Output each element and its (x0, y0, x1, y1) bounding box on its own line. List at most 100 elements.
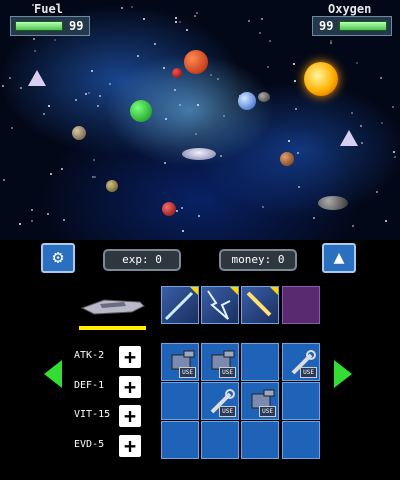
skill-slot-1[interactable] (161, 286, 199, 324)
fuel-gauge: 99 (10, 16, 90, 36)
use-badge[interactable]: USE (219, 367, 236, 378)
settings-button[interactable]: ⚙ (41, 243, 75, 273)
star (175, 21, 177, 23)
star (174, 89, 176, 91)
small-red-planet[interactable] (172, 68, 182, 78)
star (176, 210, 178, 212)
inventory-slot-r3c1[interactable] (161, 421, 199, 459)
oxygen-value: 99 (319, 19, 334, 33)
star (210, 74, 212, 76)
use-badge[interactable]: USE (300, 367, 317, 378)
star (380, 77, 382, 79)
star (99, 95, 101, 97)
star (33, 38, 35, 40)
star (47, 213, 49, 215)
star (131, 6, 133, 8)
prev-page-arrow[interactable] (44, 360, 62, 388)
inventory-slot-r3c3[interactable] (241, 421, 279, 459)
inventory-slot-r3c2[interactable] (201, 421, 239, 459)
star (3, 179, 5, 181)
star (376, 191, 378, 193)
red-planet[interactable] (184, 50, 208, 74)
inventory-slot-r1c1[interactable]: USE (161, 343, 199, 381)
next-page-arrow[interactable] (334, 360, 352, 388)
star (2, 85, 4, 87)
use-badge[interactable]: USE (179, 367, 196, 378)
gear-icon: ⚙ (52, 247, 64, 268)
star (163, 67, 165, 69)
star (63, 219, 65, 221)
star (31, 209, 33, 211)
sun[interactable] (304, 62, 338, 96)
waypoint-marker-left[interactable] (28, 70, 46, 86)
inventory-slot-r2c4[interactable] (282, 382, 320, 420)
inventory-slot-r1c3[interactable] (241, 343, 279, 381)
star (179, 104, 181, 106)
star (351, 112, 353, 114)
star (50, 173, 52, 175)
use-badge[interactable]: USE (259, 406, 276, 417)
inventory-slot-r2c2[interactable]: USE (201, 382, 239, 420)
star (181, 207, 183, 209)
star (48, 105, 50, 107)
dark-red-planet[interactable] (162, 202, 176, 216)
star (269, 40, 271, 42)
star (356, 62, 358, 64)
stat-def-plus-button[interactable]: + (119, 376, 141, 398)
asteroid-cluster-bottom[interactable] (318, 196, 348, 210)
star (361, 142, 363, 144)
star (137, 55, 139, 57)
star (143, 18, 145, 20)
star (248, 20, 250, 22)
stat-atk-plus-button[interactable]: + (119, 346, 141, 368)
player-ship-icon[interactable] (182, 148, 216, 160)
brown-planet[interactable] (280, 152, 294, 166)
star (381, 122, 383, 124)
stat-vit-plus-button[interactable]: + (119, 405, 141, 427)
inventory-slot-r2c1[interactable] (161, 382, 199, 420)
star (121, 7, 123, 9)
star (330, 42, 332, 44)
skill-slot-3[interactable] (241, 286, 279, 324)
stat-vit-label: VIT-15 (74, 409, 111, 420)
oxygen-gauge-fill (339, 21, 387, 31)
star (31, 220, 33, 222)
star (288, 140, 290, 142)
inventory-slot-r3c4[interactable] (282, 421, 320, 459)
stat-evd-plus-button[interactable]: + (119, 435, 141, 457)
star (186, 29, 188, 31)
star (267, 66, 269, 68)
star (197, 104, 199, 106)
skill-slot-2[interactable] (201, 286, 239, 324)
asteroid-cluster-top[interactable] (258, 92, 270, 102)
waypoint-marker-right[interactable] (340, 130, 358, 146)
money-display: money: 0 (219, 249, 297, 271)
star (54, 39, 56, 41)
star (175, 17, 177, 19)
space-map[interactable]: Fuel 99 Oxygen 99 (0, 0, 400, 240)
tan-planet[interactable] (106, 180, 118, 192)
star (91, 70, 93, 72)
ship-health-bar (79, 326, 146, 330)
inventory-slot-r1c2[interactable]: USE (201, 343, 239, 381)
star (75, 99, 77, 101)
stat-atk-label: ATK-2 (74, 350, 105, 361)
ship-menu: ⚙ exp: 0 money: 0 ▲ ATK-2 + DEF-1 + VIT-… (0, 240, 400, 480)
inventory-slot-r2c3[interactable]: USE (241, 382, 279, 420)
green-planet[interactable] (130, 100, 152, 122)
stat-def-label: DEF-1 (74, 380, 105, 391)
skill-slot-4[interactable] (282, 286, 320, 324)
asteroid-cluster-left[interactable] (72, 126, 86, 140)
star (164, 162, 166, 164)
star (223, 115, 225, 117)
inventory-slot-r1c4[interactable]: USE (282, 343, 320, 381)
launch-button[interactable]: ▲ (322, 243, 356, 273)
oxygen-gauge: 99 (312, 16, 392, 36)
star (182, 230, 184, 232)
spaceship-icon (80, 299, 145, 315)
star (11, 127, 13, 129)
blue-planet[interactable] (238, 92, 256, 110)
star (394, 156, 396, 158)
use-badge[interactable]: USE (219, 406, 236, 417)
star (154, 43, 156, 45)
